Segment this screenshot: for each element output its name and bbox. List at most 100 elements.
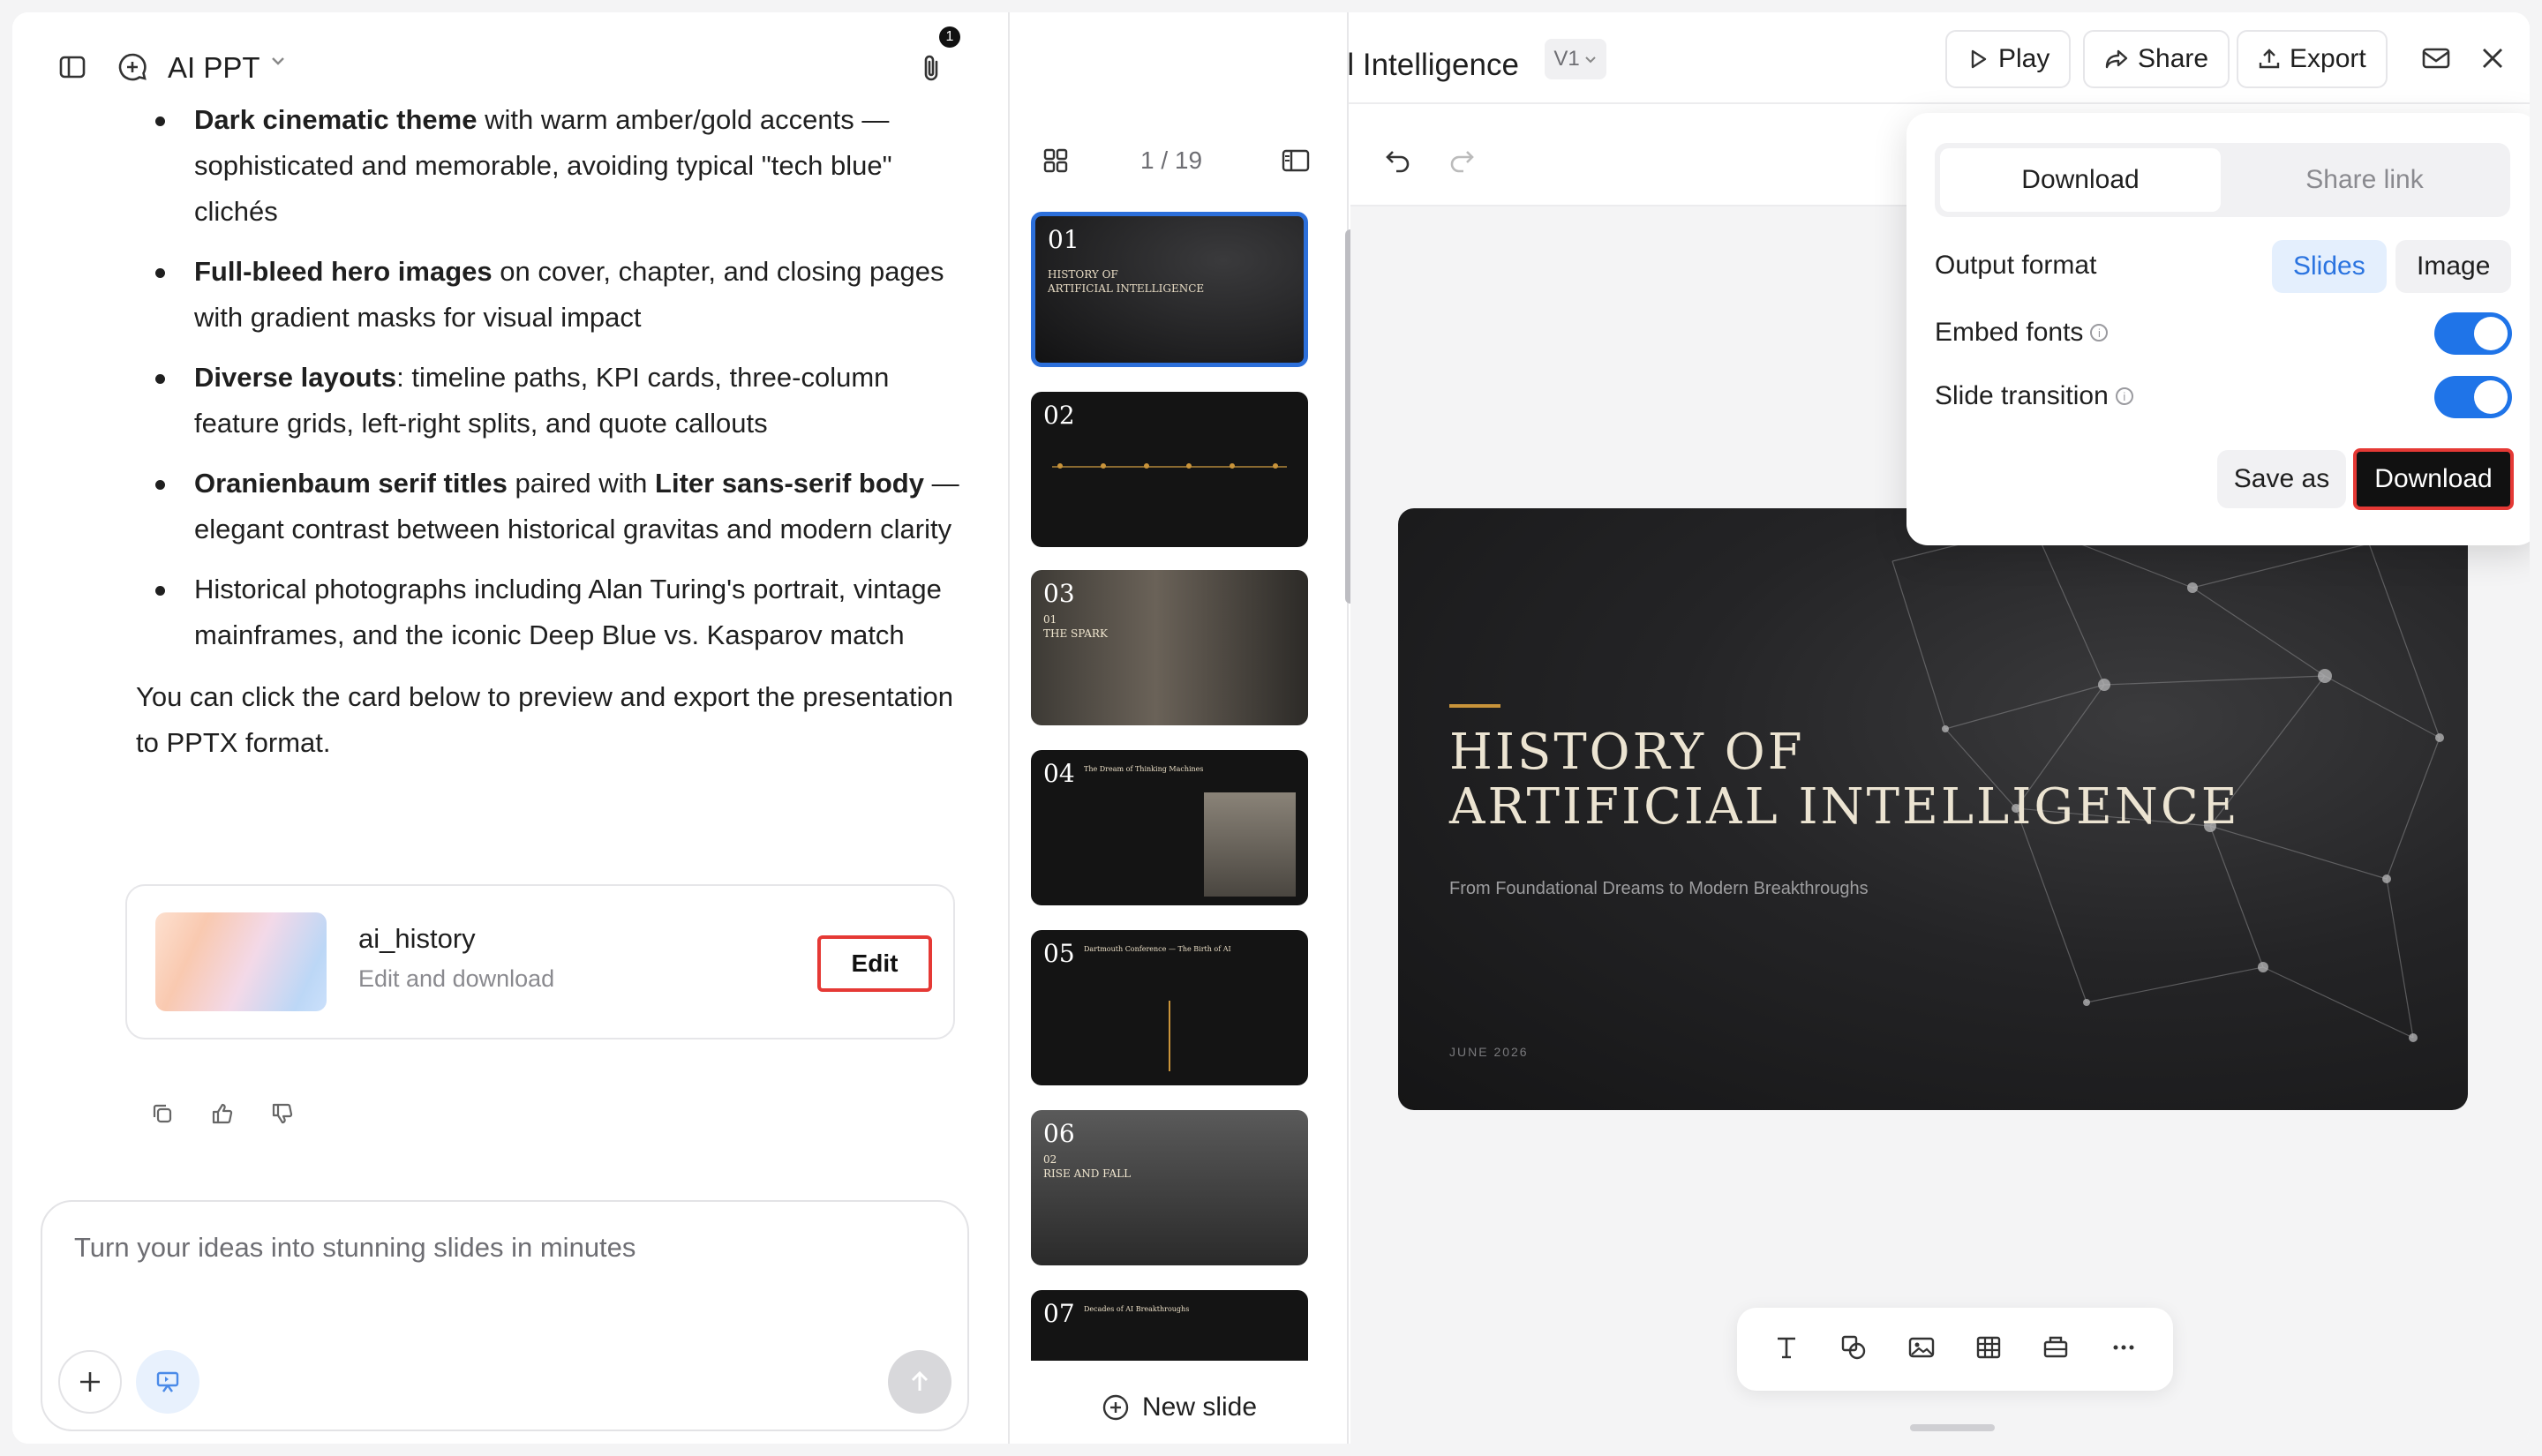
list-item: Full-bleed hero images on cover, chapter… [125,249,973,341]
redo-icon[interactable] [1440,139,1483,182]
more-icon[interactable] [2110,1333,2138,1366]
thumbs-down-icon[interactable] [265,1096,300,1131]
list-item: Dark cinematic theme with warm amber/gol… [125,97,973,235]
slide-title-line: HISTORY OF [1449,724,1805,781]
title-accent-line [1449,704,1500,708]
new-chat-icon[interactable] [111,46,154,88]
thumbnail-title: The Dream of Thinking Machines [1084,765,1204,773]
edit-button[interactable]: Edit [817,935,932,992]
format-image-option[interactable]: Image [2395,240,2512,293]
tab-download[interactable]: Download [1940,148,2221,212]
shapes-icon[interactable] [1839,1333,1868,1366]
export-popover: Download Share link Output format Slides… [1906,113,2530,545]
add-circle-icon [1102,1394,1129,1421]
export-tabs: Download Share link [1935,143,2510,217]
info-icon[interactable]: i [2115,387,2133,405]
slide-date[interactable]: JUNE 2026 [1449,1045,1529,1059]
export-button[interactable]: Export [2237,30,2388,88]
chevron-down-icon[interactable] [268,51,288,75]
table-icon[interactable] [1974,1333,2003,1366]
upload-icon [2259,49,2280,69]
share-button[interactable]: Share [2083,30,2230,88]
thumbnail-number: 06 [1043,1119,1075,1148]
slide-thumbnails: 01 HISTORY OF ARTIFICIAL INTELLIGENCE 02… [1010,205,1349,1361]
sidebar-toggle-icon[interactable] [51,46,94,88]
embed-fonts-toggle[interactable] [2434,312,2512,355]
app-name[interactable]: AI PPT [168,51,260,85]
presentation-mode-button[interactable] [136,1350,199,1414]
insert-toolbar [1737,1308,2173,1391]
share-label: Share [2138,44,2209,73]
list-item-bold: Liter sans-serif body [655,468,924,499]
slide-thumbnail[interactable]: 05 Dartmouth Conference — The Birth of A… [1031,930,1308,1085]
export-label: Export [2290,44,2366,73]
slide-counter: 1 / 19 [1140,146,1203,174]
close-icon[interactable] [2471,37,2514,79]
thumbs-up-icon[interactable] [205,1096,240,1131]
thumbnail-number: 02 [1043,401,1075,430]
thumbnail-title: 02 RISE AND FALL [1043,1153,1132,1180]
info-icon[interactable]: i [2090,324,2109,341]
card-thumbnail [155,912,327,1011]
slide-transition-label: Slide transition i [1935,381,2133,411]
presentation-icon [156,1371,179,1392]
slide-preview[interactable]: HISTORY OF ARTIFICIAL INTELLIGENCE From … [1398,508,2468,1110]
slide-thumbnail[interactable]: 02 [1031,392,1308,547]
app-window: AI PPT 1 Dark cinematic theme with warm … [12,12,2530,1444]
thumbnail-title: Dartmouth Conference — The Birth of AI [1084,945,1231,953]
slide-transition-text: Slide transition [1935,381,2109,410]
download-button[interactable]: Download [2353,448,2514,510]
presentation-card[interactable]: ai_history Edit and download Edit [125,884,955,1039]
slide-thumbnail[interactable]: 01 HISTORY OF ARTIFICIAL INTELLIGENCE [1031,212,1308,367]
slide-thumbnail[interactable]: 06 02 RISE AND FALL [1031,1110,1308,1265]
slide-thumbnail[interactable]: 07 Decades of AI Breakthroughs [1031,1290,1308,1361]
chevron-down-icon [1584,56,1596,64]
undo-icon[interactable] [1377,139,1419,182]
version-selector[interactable]: V1 [1545,39,1606,79]
card-title: ai_history [358,923,476,954]
send-button[interactable] [888,1350,951,1414]
closing-text: You can click the card below to preview … [136,681,953,758]
grid-view-icon[interactable] [1034,139,1077,182]
composer[interactable]: Turn your ideas into stunning slides in … [41,1200,969,1431]
composer-input[interactable]: Turn your ideas into stunning slides in … [74,1232,636,1264]
slide-title[interactable]: HISTORY OF ARTIFICIAL INTELLIGENCE [1449,725,2240,835]
slide-thumbnail[interactable]: 03 01 THE SPARK [1031,570,1308,725]
save-as-button[interactable]: Save as [2217,450,2346,508]
thumbnail-number: 05 [1043,939,1075,968]
list-item: Oranienbaum serif titles paired with Lit… [125,461,973,552]
format-slides-option[interactable]: Slides [2272,240,2387,293]
chat-header: AI PPT 1 [12,12,1008,101]
list-item-bold: Diverse layouts [194,362,397,393]
thumbnail-title: Decades of AI Breakthroughs [1084,1305,1190,1313]
text-icon[interactable] [1772,1333,1801,1366]
thumbnail-title: HISTORY OF ARTIFICIAL INTELLIGENCE [1048,268,1205,295]
list-item-bold: Dark cinematic theme [194,104,478,135]
attachment-icon[interactable] [911,48,953,90]
list-item-text: paired with [507,468,656,499]
share-icon [2105,49,2128,69]
play-button[interactable]: Play [1945,30,2072,88]
slide-list-panel: 1 / 19 01 HISTORY OF ARTIFICIAL INTELLIG… [1010,12,1349,1444]
chart-icon[interactable] [2042,1333,2070,1366]
slide-transition-toggle[interactable] [2434,376,2512,418]
slide-list-toolbar: 1 / 19 [1010,104,1349,205]
new-slide-label: New slide [1141,1392,1258,1422]
thumbnail-number: 01 [1048,225,1079,254]
layout-panel-icon[interactable] [1275,139,1317,182]
mail-icon[interactable] [2415,37,2457,79]
slide-subtitle[interactable]: From Foundational Dreams to Modern Break… [1449,879,1869,899]
thumbnail-number: 07 [1043,1299,1075,1328]
slide-title-line: ARTIFICIAL INTELLIGENCE [1449,778,2240,836]
version-label: V1 [1553,47,1580,71]
copy-icon[interactable] [145,1096,180,1131]
arrow-up-icon [911,1370,929,1391]
image-icon[interactable] [1907,1333,1936,1366]
resize-handle[interactable] [1910,1424,1995,1431]
add-button[interactable] [58,1350,122,1414]
assistant-message: Dark cinematic theme with warm amber/gol… [125,97,973,766]
output-format-text: Output format [1935,251,2097,280]
tab-share-link[interactable]: Share link [2224,148,2505,212]
new-slide-button[interactable]: New slide [1010,1371,1349,1444]
slide-thumbnail[interactable]: 04 The Dream of Thinking Machines [1031,750,1308,905]
